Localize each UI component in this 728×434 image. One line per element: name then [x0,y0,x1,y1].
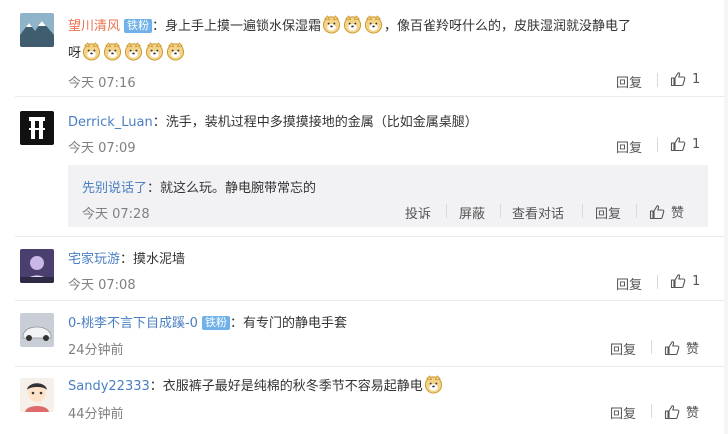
like-button[interactable]: 赞 [664,402,699,421]
like-button[interactable]: 赞 [649,202,684,221]
like-count: 1 [692,71,701,87]
thumbs-up-icon [649,204,665,219]
action-divider [582,204,583,218]
comment-1: 望川清风 铁粉 ：身上手上摸一遍锁水保湿霜 ，像百雀羚呀什么的，皮肤湿润就没静电了 呀… [0,0,728,97]
like-count: 1 [692,273,701,289]
action-divider [446,204,447,218]
emoji-doge-icon [145,42,164,61]
emoji-doge-icon [364,15,383,34]
username[interactable]: 望川清风 [68,19,120,34]
like-button[interactable]: 1 [670,71,700,87]
comment-4: 0-桃李不言下自成蹊-0 铁粉 ：有专门的静电手套 24分钟前 回复 赞 [0,301,728,366]
emoji-doge-icon [103,42,122,61]
reply-button[interactable]: 回复 [595,203,621,222]
thumbs-up-icon [670,137,686,152]
comment-content: 望川清风 铁粉 ：身上手上摸一遍锁水保湿霜 ，像百雀羚呀什么的，皮肤湿润就没静电了 [68,15,631,34]
like-button[interactable]: 1 [670,136,700,152]
comment-text: 就这么玩。静电腕带常忘的 [160,181,317,196]
action-divider [651,404,652,418]
comment-text: 有专门的静电手套 [242,316,347,331]
action-divider [657,73,658,87]
avatar[interactable] [20,13,54,47]
comment-text: 呀 [68,46,82,61]
sub-reply: 先别说话了：就这么玩。静电腕带常忘的 今天 07:28 投诉 屏蔽 查看对话 回… [68,165,708,227]
reply-button[interactable]: 回复 [616,137,642,156]
comment-3: 宅家玩游：摸水泥墙 今天 07:08 回复 1 [0,237,728,300]
fan-badge: 铁粉 [201,316,230,330]
username[interactable]: Derrick_Luan [68,115,153,130]
comment-content: 0-桃李不言下自成蹊-0 铁粉 ：有专门的静电手套 [68,316,347,331]
report-button[interactable]: 投诉 [405,203,431,222]
avatar[interactable] [20,111,54,145]
avatar[interactable] [20,313,54,347]
comment-text: 洗手，装机过程中多摸摸接地的金属（比如金属桌腿） [165,115,478,130]
scrollbar[interactable] [724,0,728,434]
comment-2: Derrick_Luan：洗手，装机过程中多摸摸接地的金属（比如金属桌腿） 今天… [0,97,728,236]
emoji-doge-icon [424,375,443,394]
view-conversation-button[interactable]: 查看对话 [512,203,564,222]
emoji-doge-icon [82,42,101,61]
action-divider [657,275,658,289]
comment-text: ，像百雀羚呀什么的，皮肤湿润就没静电了 [384,19,632,34]
username[interactable]: 0-桃李不言下自成蹊-0 [68,316,198,331]
thumbs-up-icon [670,72,686,87]
like-count: 1 [692,136,701,152]
like-label: 赞 [671,206,685,221]
reply-button[interactable]: 回复 [610,339,636,358]
emoji-doge-icon [166,42,185,61]
like-button[interactable]: 1 [670,273,700,289]
timestamp: 44分钟前 [68,407,124,422]
timestamp: 24分钟前 [68,343,124,358]
thumbs-up-icon [670,274,686,289]
timestamp: 今天 07:09 [68,141,136,156]
comment-text: 衣服裤子最好是纯棉的秋冬季节不容易起静电 [162,379,423,394]
thumbs-up-icon [664,340,680,355]
thumbs-up-icon [664,404,680,419]
comment-text: 摸水泥墙 [133,252,186,267]
reply-button[interactable]: 回复 [610,403,636,422]
reply-button[interactable]: 回复 [616,274,642,293]
timestamp: 今天 07:16 [68,76,136,91]
action-divider [651,340,652,354]
avatar[interactable] [20,249,54,283]
comment-content-line2: 呀 [68,42,186,61]
username[interactable]: 先别说话了 [82,181,147,196]
sub-reply-content: 先别说话了：就这么玩。静电腕带常忘的 [82,181,317,196]
reply-button[interactable]: 回复 [616,72,642,91]
comment-content: 宅家玩游：摸水泥墙 [68,252,186,267]
comment-text: 身上手上摸一遍锁水保湿霜 [165,19,322,34]
comment-content: Derrick_Luan：洗手，装机过程中多摸摸接地的金属（比如金属桌腿） [68,115,478,130]
action-divider [657,138,658,152]
action-divider [636,204,637,218]
like-label: 赞 [686,342,700,357]
block-button[interactable]: 屏蔽 [459,203,485,222]
emoji-doge-icon [124,42,143,61]
like-label: 赞 [686,406,700,421]
timestamp: 今天 07:08 [68,278,136,293]
timestamp: 今天 07:28 [82,207,150,222]
username[interactable]: 宅家玩游 [68,252,120,267]
action-divider [500,204,501,218]
emoji-doge-icon [322,15,341,34]
fan-badge: 铁粉 [124,19,153,33]
emoji-doge-icon [343,15,362,34]
comment-content: Sandy22333：衣服裤子最好是纯棉的秋冬季节不容易起静电 [68,375,444,394]
comment-5: Sandy22333：衣服裤子最好是纯棉的秋冬季节不容易起静电 44分钟前 回复… [0,367,728,434]
username[interactable]: Sandy22333 [68,379,150,394]
avatar[interactable] [20,378,54,412]
like-button[interactable]: 赞 [664,338,699,357]
